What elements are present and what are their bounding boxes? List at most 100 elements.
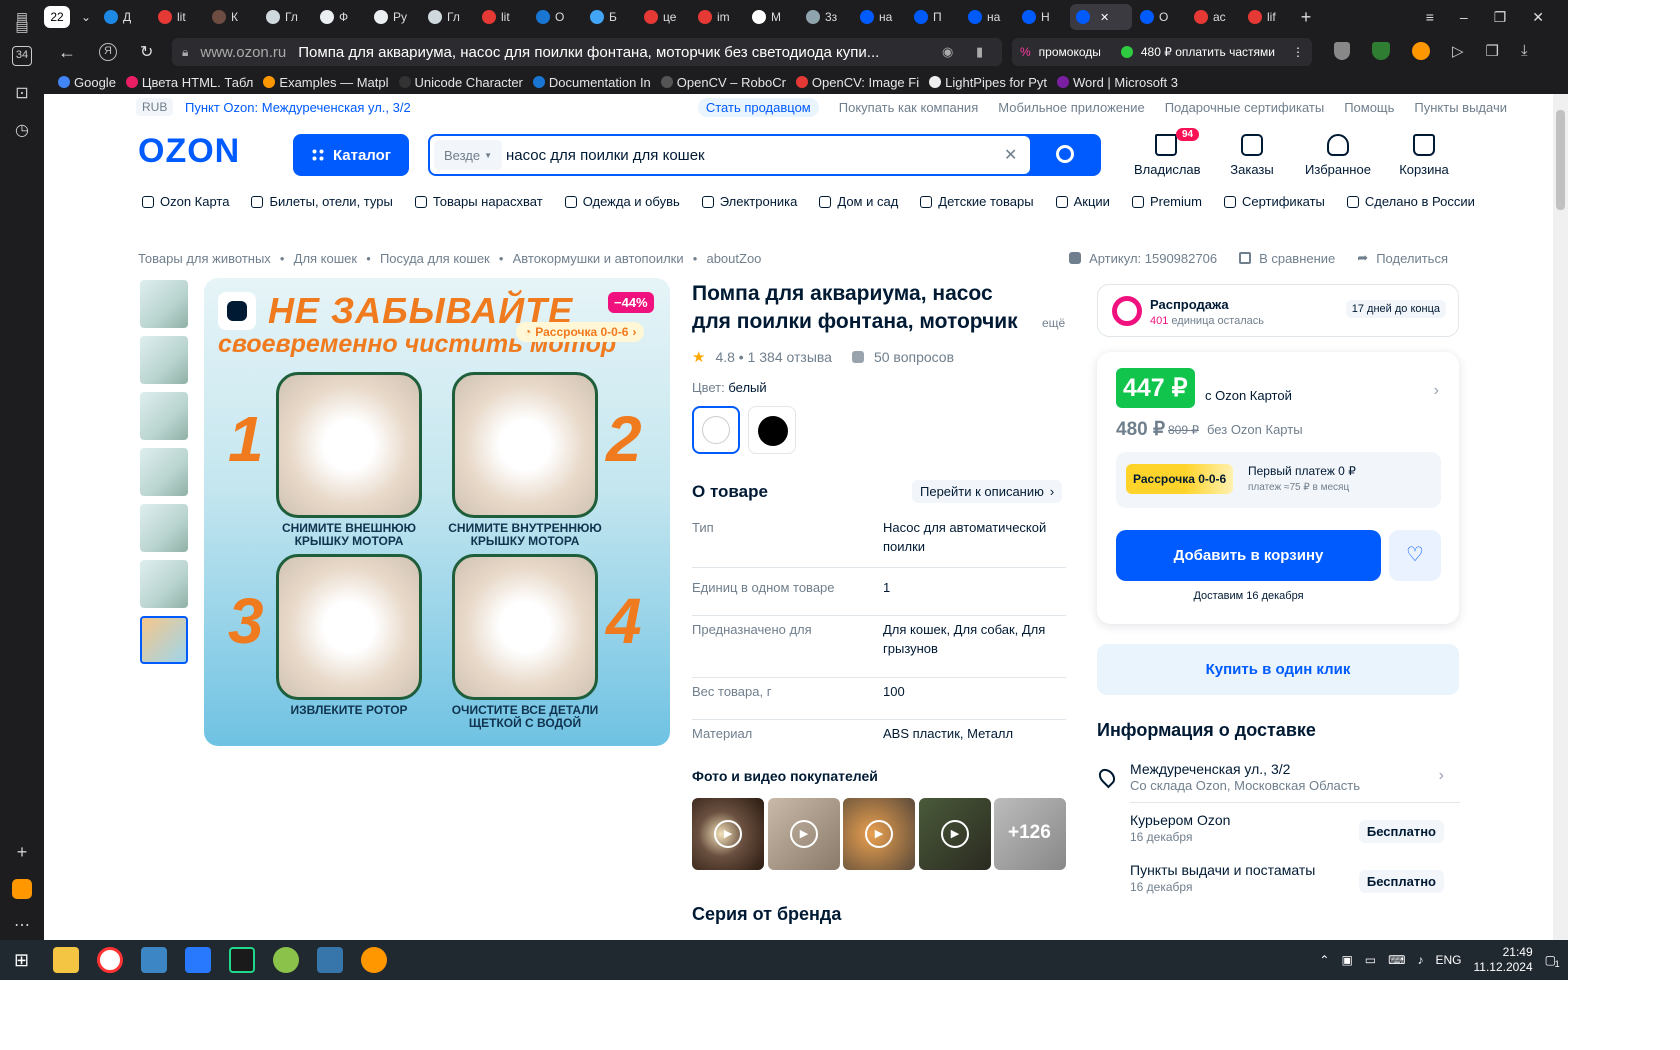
category-link[interactable]: Ozon Карта <box>142 194 229 209</box>
favorites-button[interactable]: Избранное <box>1303 134 1373 177</box>
gallery-thumbnail[interactable] <box>140 336 188 384</box>
browser-tab[interactable]: М <box>746 4 798 30</box>
breadcrumb-link[interactable]: Для кошек <box>294 251 357 266</box>
browser-tab[interactable]: О <box>1134 4 1186 30</box>
close-window-icon[interactable]: ✕ <box>1532 9 1544 26</box>
clock[interactable]: 21:49 11.12.2024 <box>1473 945 1532 975</box>
gallery-thumbnail[interactable] <box>140 560 188 608</box>
tabs-panel-icon[interactable]: ▤ <box>12 16 32 36</box>
downloads-icon[interactable]: ⤓ <box>1521 42 1528 60</box>
pickup-point-link[interactable]: Пункт Ozon: Междуреченская ул., 3/2 <box>185 100 411 115</box>
top-link[interactable]: Помощь <box>1344 100 1394 115</box>
top-link[interactable]: Покупать как компания <box>839 100 978 115</box>
browser-tab[interactable]: Д <box>98 4 150 30</box>
windows-start-icon[interactable]: ⊞ <box>14 950 29 971</box>
compare-button[interactable]: В сравнение <box>1239 250 1335 266</box>
bookmark-icon[interactable]: ▮ <box>976 44 983 60</box>
minimize-icon[interactable]: – <box>1460 9 1468 25</box>
yandex-icon[interactable]: Я <box>99 43 117 61</box>
title-more-link[interactable]: ещё <box>1042 316 1065 330</box>
top-link[interactable]: Стать продавцом <box>697 98 819 117</box>
tab-list-chevron-icon[interactable]: ⌄ <box>74 4 98 30</box>
category-link[interactable]: Premium <box>1131 194 1202 209</box>
category-link[interactable]: Детские товары <box>920 194 1034 209</box>
browser-tab[interactable]: Ру <box>368 4 420 30</box>
browser-tab[interactable]: О <box>530 4 582 30</box>
bookmark-item[interactable]: Examples — Matpl <box>263 75 389 90</box>
article-number[interactable]: Артикул: 1590982706 <box>1069 250 1217 266</box>
buyer-video[interactable]: ▶ <box>919 798 991 870</box>
delivery-option[interactable]: Пункты выдачи и постаматы 16 декабря Беспл… <box>1130 862 1460 906</box>
history-icon[interactable]: ◷ <box>12 121 32 141</box>
browser-tab[interactable]: lif <box>1242 4 1294 30</box>
questions-link[interactable]: 50 вопросов <box>874 349 954 365</box>
collections-icon[interactable]: ❒ <box>1486 42 1499 60</box>
extension-orange-icon[interactable] <box>1412 42 1430 60</box>
app-icon[interactable] <box>141 947 168 973</box>
more-icon[interactable]: ⋯ <box>12 916 32 936</box>
browser-tab[interactable]: ✕ <box>1070 4 1132 30</box>
yandex-browser-icon[interactable] <box>97 947 124 973</box>
shield-icon[interactable] <box>1334 42 1350 60</box>
paint-app-icon[interactable] <box>273 947 300 973</box>
reload-icon[interactable]: ↻ <box>140 42 153 62</box>
volume-icon[interactable]: ♪ <box>1417 953 1423 967</box>
ozon-logo[interactable]: OZON <box>138 132 240 171</box>
browser-tab[interactable]: im <box>692 4 744 30</box>
buyer-video[interactable]: ▶ <box>843 798 915 870</box>
browser-tab[interactable]: Гл <box>260 4 312 30</box>
breadcrumb-link[interactable]: Посуда для кошек <box>380 251 490 266</box>
page-scrollbar[interactable] <box>1553 94 1568 940</box>
rail-badge[interactable]: 34 <box>12 46 32 66</box>
gallery-thumbnail-active[interactable] <box>140 616 188 664</box>
bookmark-item[interactable]: Google <box>58 75 116 90</box>
browser-tab[interactable]: Ф <box>314 4 366 30</box>
close-tab-icon[interactable]: ✕ <box>1100 11 1109 24</box>
browser-tab[interactable]: на <box>854 4 906 30</box>
back-icon[interactable]: ← <box>58 42 76 63</box>
category-link[interactable]: Акции <box>1055 194 1110 209</box>
category-link[interactable]: Электроника <box>701 194 797 209</box>
browser-tab[interactable]: 3з <box>800 4 852 30</box>
scrollbar-thumb[interactable] <box>1556 110 1565 210</box>
search-icon[interactable] <box>1056 145 1074 163</box>
buyer-video[interactable]: ▶ <box>692 798 764 870</box>
browser-tab[interactable]: на <box>962 4 1014 30</box>
bookmark-item[interactable]: OpenCV – RoboCr <box>660 75 786 90</box>
browser-tab[interactable]: Н <box>1016 4 1068 30</box>
tab-counter[interactable]: 22 <box>44 6 70 28</box>
tray-app-icon[interactable]: ▣ <box>1341 953 1352 967</box>
top-link[interactable]: Мобильное приложение <box>998 100 1144 115</box>
add-to-cart-button[interactable]: Добавить в корзину <box>1116 530 1381 581</box>
product-image[interactable]: −44% НЕ ЗАБЫВАЙТЕ своевременно чистить м… <box>204 278 670 746</box>
category-link[interactable]: Дом и сад <box>819 194 898 209</box>
category-link[interactable]: Товары нарасхват <box>414 194 543 209</box>
browser-tab[interactable]: Б <box>584 4 636 30</box>
media-icon[interactable]: ▷ <box>1452 42 1464 60</box>
bookmark-item[interactable]: LightPipes for Pyt <box>929 75 1047 90</box>
image-search-icon[interactable] <box>218 292 256 330</box>
top-link[interactable]: Подарочные сертификаты <box>1165 100 1324 115</box>
mail-app-icon[interactable] <box>12 879 32 899</box>
screenshot-icon[interactable]: ⊡ <box>12 84 32 104</box>
sale-banner[interactable]: Распродажа 401 единица осталась 17 дней … <box>1097 284 1459 337</box>
search-scope-select[interactable]: Везде ▼ <box>434 140 503 170</box>
file-explorer-icon[interactable] <box>53 947 80 973</box>
browser-tab[interactable]: lit <box>476 4 528 30</box>
rating-reviews-link[interactable]: 4.8 • 1 384 отзыва <box>715 349 832 365</box>
browser-tab[interactable]: Гл <box>422 4 474 30</box>
installment-chip[interactable]: ◔ Рассрочка 0-0-6 › <box>516 322 645 342</box>
gallery-thumbnail[interactable] <box>140 392 188 440</box>
delivery-option[interactable]: Курьером Ozon 16 декабря Бесплатно <box>1130 812 1460 856</box>
url-field[interactable]: 🔒︎ www.ozon.ru Помпа для аквариума, насо… <box>172 38 1002 66</box>
profile-button[interactable]: Владислав 94 <box>1134 128 1201 177</box>
tool-app-icon[interactable] <box>361 947 388 973</box>
category-link[interactable]: Сделано в России <box>1346 194 1475 209</box>
add-panel-icon[interactable]: + <box>12 842 32 862</box>
currency-badge[interactable]: RUB <box>136 98 174 116</box>
search-input[interactable]: насос для поилки для кошек <box>506 147 705 164</box>
keyboard-icon[interactable]: ⌨ <box>1388 953 1405 967</box>
bookmark-item[interactable]: Unicode Character <box>398 75 523 90</box>
catalog-button[interactable]: Каталог <box>293 134 409 176</box>
tabs-menu-icon[interactable]: ≡ <box>1426 9 1434 25</box>
